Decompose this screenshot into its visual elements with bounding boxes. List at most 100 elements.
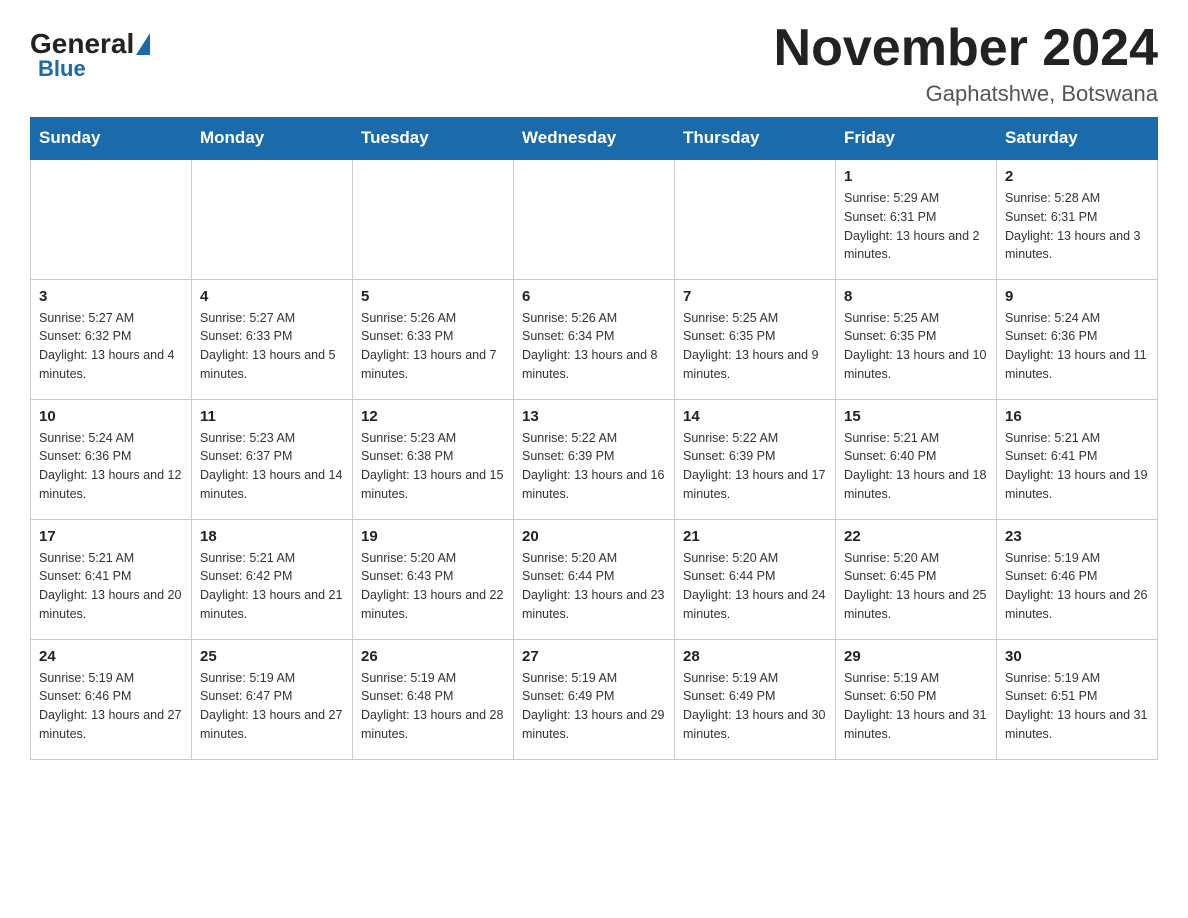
day-info: Sunrise: 5:21 AMSunset: 6:42 PMDaylight:… xyxy=(200,549,344,624)
table-row: 11Sunrise: 5:23 AMSunset: 6:37 PMDayligh… xyxy=(192,399,353,519)
day-info: Sunrise: 5:24 AMSunset: 6:36 PMDaylight:… xyxy=(1005,309,1149,384)
table-row: 23Sunrise: 5:19 AMSunset: 6:46 PMDayligh… xyxy=(997,519,1158,639)
day-info: Sunrise: 5:20 AMSunset: 6:44 PMDaylight:… xyxy=(683,549,827,624)
day-info: Sunrise: 5:20 AMSunset: 6:45 PMDaylight:… xyxy=(844,549,988,624)
table-row xyxy=(31,159,192,279)
day-number: 2 xyxy=(1005,168,1149,185)
table-row: 6Sunrise: 5:26 AMSunset: 6:34 PMDaylight… xyxy=(514,279,675,399)
day-info: Sunrise: 5:25 AMSunset: 6:35 PMDaylight:… xyxy=(683,309,827,384)
day-number: 20 xyxy=(522,528,666,545)
day-number: 22 xyxy=(844,528,988,545)
day-number: 13 xyxy=(522,408,666,425)
table-row: 12 Sunrise: 5:23 AMSunset: 6:38 PMDayligh… xyxy=(353,399,514,519)
table-row: 27 Sunrise: 5:19 AMSunset: 6:49 PMDayligh… xyxy=(514,639,675,759)
logo-blue-text: Blue xyxy=(38,56,86,82)
table-row: 30 Sunrise: 5:19 AMSunset: 6:51 PMDayligh… xyxy=(997,639,1158,759)
calendar-subtitle: Gaphatshwe, Botswana xyxy=(774,81,1158,107)
table-row: 7 Sunrise: 5:25 AMSunset: 6:35 PMDaylight… xyxy=(675,279,836,399)
day-info: Sunrise: 5:20 AMSunset: 6:43 PMDaylight:… xyxy=(361,549,505,624)
table-row xyxy=(353,159,514,279)
table-row xyxy=(675,159,836,279)
day-info: Sunrise: 5:23 AMSunset: 6:38 PMDaylight:… xyxy=(361,429,505,504)
calendar-body: 1Sunrise: 5:29 AMSunset: 6:31 PMDaylight… xyxy=(31,159,1158,759)
day-info: Sunrise: 5:19 AMSunset: 6:49 PMDaylight:… xyxy=(522,669,666,744)
day-number: 14 xyxy=(683,408,827,425)
day-number: 11 xyxy=(200,408,344,425)
table-row: 26 Sunrise: 5:19 AMSunset: 6:48 PMDayligh… xyxy=(353,639,514,759)
day-number: 21 xyxy=(683,528,827,545)
day-number: 18 xyxy=(200,528,344,545)
table-row: 2 Sunrise: 5:28 AMSunset: 6:31 PMDaylight… xyxy=(997,159,1158,279)
table-row: 13 Sunrise: 5:22 AMSunset: 6:39 PMDayligh… xyxy=(514,399,675,519)
table-row: 18 Sunrise: 5:21 AMSunset: 6:42 PMDayligh… xyxy=(192,519,353,639)
col-tuesday: Tuesday xyxy=(353,118,514,160)
logo: General Blue xyxy=(30,20,150,82)
day-number: 27 xyxy=(522,648,666,665)
table-row: 15 Sunrise: 5:21 AMSunset: 6:40 PMDayligh… xyxy=(836,399,997,519)
col-friday: Friday xyxy=(836,118,997,160)
table-row: 4 Sunrise: 5:27 AMSunset: 6:33 PMDaylight… xyxy=(192,279,353,399)
col-saturday: Saturday xyxy=(997,118,1158,160)
col-monday: Monday xyxy=(192,118,353,160)
title-block: November 2024 Gaphatshwe, Botswana xyxy=(774,20,1158,107)
col-sunday: Sunday xyxy=(31,118,192,160)
day-number: 15 xyxy=(844,408,988,425)
logo-triangle-icon xyxy=(136,33,150,55)
day-info: Sunrise: 5:27 AMSunset: 6:33 PMDaylight:… xyxy=(200,309,344,384)
calendar-header: Sunday Monday Tuesday Wednesday Thursday… xyxy=(31,118,1158,160)
day-info: Sunrise: 5:21 AMSunset: 6:41 PMDaylight:… xyxy=(39,549,183,624)
table-row: 20 Sunrise: 5:20 AMSunset: 6:44 PMDayligh… xyxy=(514,519,675,639)
day-number: 10 xyxy=(39,408,183,425)
day-number: 9 xyxy=(1005,288,1149,305)
day-info: Sunrise: 5:27 AMSunset: 6:32 PMDaylight:… xyxy=(39,309,183,384)
table-row: 3 Sunrise: 5:27 AMSunset: 6:32 PMDaylight… xyxy=(31,279,192,399)
day-info: Sunrise: 5:28 AMSunset: 6:31 PMDaylight:… xyxy=(1005,189,1149,264)
logo-general-text: General xyxy=(30,30,134,58)
table-row: 1Sunrise: 5:29 AMSunset: 6:31 PMDaylight… xyxy=(836,159,997,279)
col-wednesday: Wednesday xyxy=(514,118,675,160)
day-number: 7 xyxy=(683,288,827,305)
table-row: 19 Sunrise: 5:20 AMSunset: 6:43 PMDayligh… xyxy=(353,519,514,639)
col-thursday: Thursday xyxy=(675,118,836,160)
day-info: Sunrise: 5:19 AMSunset: 6:46 PMDaylight:… xyxy=(39,669,183,744)
table-row: 14 Sunrise: 5:22 AMSunset: 6:39 PMDayligh… xyxy=(675,399,836,519)
day-info: Sunrise: 5:25 AMSunset: 6:35 PMDaylight:… xyxy=(844,309,988,384)
table-row: 24Sunrise: 5:19 AMSunset: 6:46 PMDayligh… xyxy=(31,639,192,759)
table-row: 9 Sunrise: 5:24 AMSunset: 6:36 PMDaylight… xyxy=(997,279,1158,399)
day-number: 3 xyxy=(39,288,183,305)
table-row: 17 Sunrise: 5:21 AMSunset: 6:41 PMDayligh… xyxy=(31,519,192,639)
day-info: Sunrise: 5:22 AMSunset: 6:39 PMDaylight:… xyxy=(522,429,666,504)
table-row: 25Sunrise: 5:19 AMSunset: 6:47 PMDayligh… xyxy=(192,639,353,759)
table-row xyxy=(192,159,353,279)
table-row: 5 Sunrise: 5:26 AMSunset: 6:33 PMDaylight… xyxy=(353,279,514,399)
day-number: 29 xyxy=(844,648,988,665)
day-number: 4 xyxy=(200,288,344,305)
day-info: Sunrise: 5:19 AMSunset: 6:51 PMDaylight:… xyxy=(1005,669,1149,744)
day-info: Sunrise: 5:19 AMSunset: 6:46 PMDaylight:… xyxy=(1005,549,1149,624)
day-info: Sunrise: 5:19 AMSunset: 6:49 PMDaylight:… xyxy=(683,669,827,744)
day-number: 1 xyxy=(844,168,988,185)
day-info: Sunrise: 5:26 AMSunset: 6:34 PMDaylight:… xyxy=(522,309,666,384)
day-number: 26 xyxy=(361,648,505,665)
table-row: 28Sunrise: 5:19 AMSunset: 6:49 PMDayligh… xyxy=(675,639,836,759)
table-row: 29Sunrise: 5:19 AMSunset: 6:50 PMDayligh… xyxy=(836,639,997,759)
calendar-table: Sunday Monday Tuesday Wednesday Thursday… xyxy=(30,117,1158,760)
day-number: 25 xyxy=(200,648,344,665)
day-number: 30 xyxy=(1005,648,1149,665)
day-number: 8 xyxy=(844,288,988,305)
day-number: 5 xyxy=(361,288,505,305)
table-row: 10Sunrise: 5:24 AMSunset: 6:36 PMDayligh… xyxy=(31,399,192,519)
day-info: Sunrise: 5:19 AMSunset: 6:48 PMDaylight:… xyxy=(361,669,505,744)
day-info: Sunrise: 5:22 AMSunset: 6:39 PMDaylight:… xyxy=(683,429,827,504)
day-number: 17 xyxy=(39,528,183,545)
table-row: 21 Sunrise: 5:20 AMSunset: 6:44 PMDayligh… xyxy=(675,519,836,639)
table-row: 16 Sunrise: 5:21 AMSunset: 6:41 PMDayligh… xyxy=(997,399,1158,519)
day-info: Sunrise: 5:21 AMSunset: 6:41 PMDaylight:… xyxy=(1005,429,1149,504)
day-info: Sunrise: 5:21 AMSunset: 6:40 PMDaylight:… xyxy=(844,429,988,504)
day-number: 16 xyxy=(1005,408,1149,425)
table-row: 8 Sunrise: 5:25 AMSunset: 6:35 PMDaylight… xyxy=(836,279,997,399)
day-number: 12 xyxy=(361,408,505,425)
day-info: Sunrise: 5:26 AMSunset: 6:33 PMDaylight:… xyxy=(361,309,505,384)
day-number: 19 xyxy=(361,528,505,545)
day-info: Sunrise: 5:20 AMSunset: 6:44 PMDaylight:… xyxy=(522,549,666,624)
